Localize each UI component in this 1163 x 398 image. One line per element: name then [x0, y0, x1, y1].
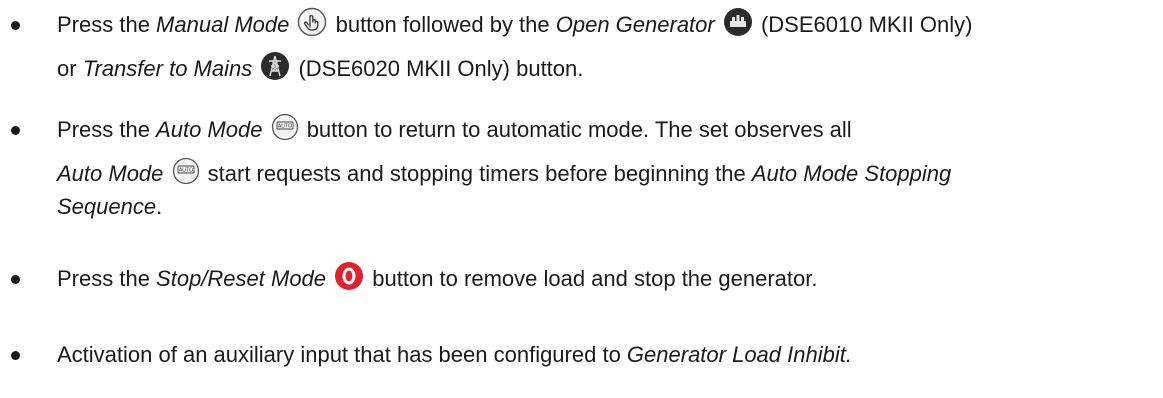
text-line: Auto Mode AUTO start requests and stoppi… — [57, 157, 952, 189]
bullet-dot — [11, 351, 20, 360]
text-run: start requests and stopping timers befor… — [201, 161, 752, 186]
text-run: Activation of an auxiliary input that ha… — [57, 342, 627, 367]
term-stop-reset-mode: Stop/Reset Mode — [156, 266, 327, 291]
term-auto-mode: Auto Mode — [156, 117, 263, 142]
text-run: Press the — [57, 12, 157, 37]
text-run: (DSE6020 MKII Only) button. — [292, 56, 584, 81]
term-open-generator: Open Generator — [555, 12, 715, 37]
term-auto-mode-stopping: Auto Mode Stopping — [751, 161, 952, 186]
hand-pointer-icon — [297, 7, 327, 37]
text-line: Press the Manual Mode button followed by… — [57, 7, 973, 41]
term-sequence: Sequence — [57, 194, 157, 219]
svg-text:AUTO: AUTO — [277, 124, 291, 130]
text-line: Press the Stop/Reset Mode button to remo… — [57, 261, 818, 295]
document-page: Press the Manual Mode button followed by… — [0, 0, 1163, 398]
generator-icon — [723, 7, 753, 37]
stop-reset-icon — [334, 261, 364, 291]
term-transfer-to-mains: Transfer to Mains — [82, 56, 253, 81]
svg-text:AUTO: AUTO — [178, 168, 192, 174]
text-run: button to remove load and stop the gener… — [366, 266, 818, 291]
mains-pylon-icon — [260, 51, 290, 81]
text-run: Press the — [57, 117, 157, 142]
text-line: or Transfer to Mains (DSE6020 MKII Only)… — [57, 51, 584, 85]
text-line: Press the Auto Mode AUTO button to retur… — [57, 113, 852, 145]
auto-button-icon: AUTO — [271, 113, 299, 141]
text-run: or — [57, 56, 83, 81]
text-run: button followed by the — [329, 12, 556, 37]
text-run: (DSE6010 MKII Only) — [754, 12, 973, 37]
text-line: Activation of an auxiliary input that ha… — [57, 340, 852, 370]
term-generator-load-inhibit: Generator Load Inhibit. — [626, 342, 852, 367]
text-run: button to return to automatic mode. The … — [300, 117, 852, 142]
text-run: Press the — [57, 266, 157, 291]
auto-button-icon: AUTO — [172, 157, 200, 185]
text-line: Sequence. — [57, 192, 162, 222]
bullet-dot — [11, 275, 20, 284]
text-run: . — [156, 194, 163, 219]
bullet-dot — [11, 21, 20, 30]
bullet-dot — [11, 126, 20, 135]
term-manual-mode: Manual Mode — [156, 12, 290, 37]
term-auto-mode: Auto Mode — [57, 161, 164, 186]
